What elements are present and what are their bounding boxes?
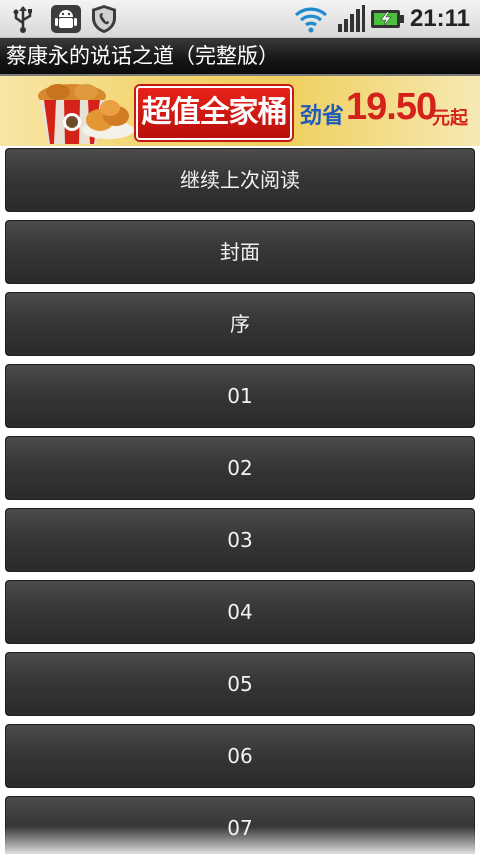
chapter-item-07[interactable]: 07: [5, 796, 475, 854]
android-debug-icon: [50, 4, 82, 38]
fried-chicken-icon: [80, 90, 136, 140]
page-title: 蔡康永的说话之道（完整版）: [6, 44, 279, 68]
status-bar: 21:11: [0, 0, 480, 38]
chapter-item-06[interactable]: 06: [5, 724, 475, 788]
chapter-item-05[interactable]: 05: [5, 652, 475, 716]
ad-price-label: 劲省: [300, 104, 345, 129]
chapter-item-02[interactable]: 02: [5, 436, 475, 500]
battery-charging-icon: [370, 4, 406, 38]
ad-banner[interactable]: 超值全家桶 劲省 19.50 元起: [0, 76, 480, 146]
signal-icon: [336, 4, 366, 38]
shield-icon: [90, 4, 118, 38]
chapter-item-01[interactable]: 01: [5, 364, 475, 428]
chapter-item-03[interactable]: 03: [5, 508, 475, 572]
wifi-icon: [294, 4, 328, 38]
ad-slogan: 超值全家桶: [136, 86, 292, 140]
ad-price: 19.50: [346, 86, 437, 128]
chapter-list[interactable]: 继续上次阅读 封面 序 01 02 03 04 05 06 07: [0, 146, 480, 854]
status-time: 21:11: [409, 5, 470, 32]
title-bar: 蔡康永的说话之道（完整版）: [0, 38, 480, 76]
chapter-item-cover[interactable]: 封面: [5, 220, 475, 284]
chapter-item-04[interactable]: 04: [5, 580, 475, 644]
continue-reading-button[interactable]: 继续上次阅读: [5, 148, 475, 212]
usb-icon: [10, 4, 36, 38]
ad-price-unit: 元起: [432, 108, 468, 129]
chapter-item-preface[interactable]: 序: [5, 292, 475, 356]
